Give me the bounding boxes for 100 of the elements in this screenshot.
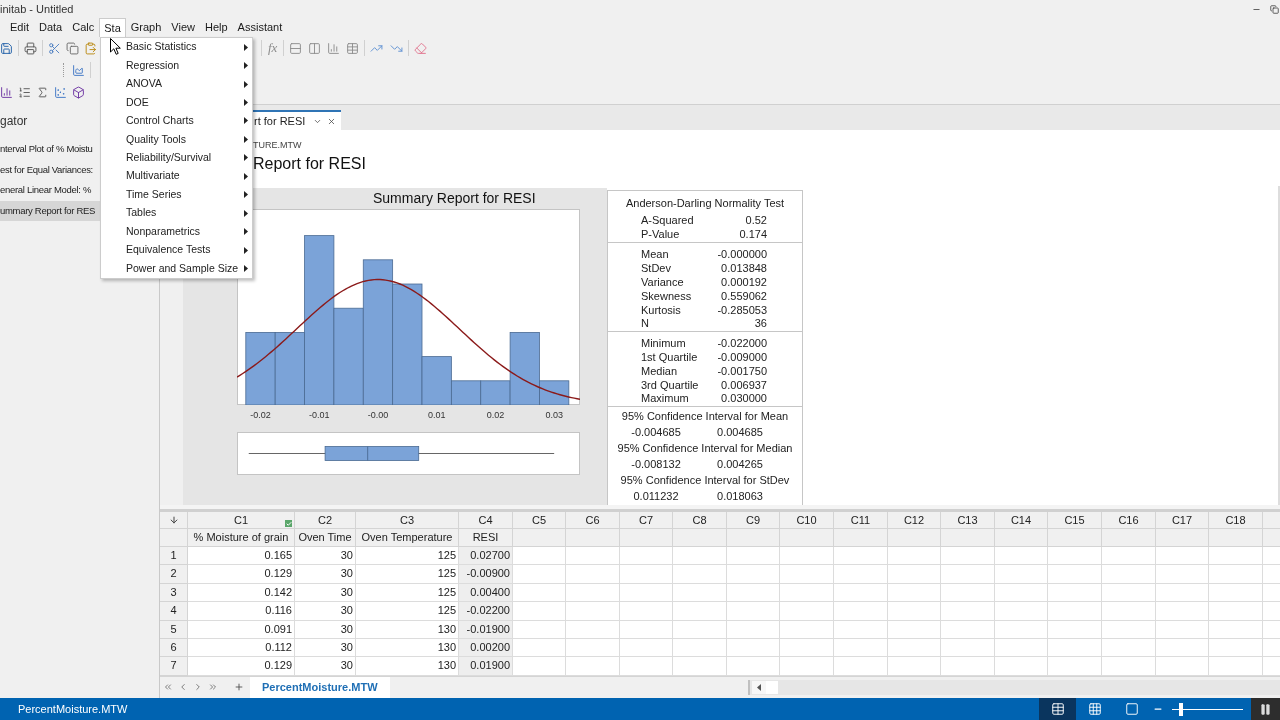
print-icon[interactable] — [24, 41, 37, 55]
menu-item[interactable]: Data — [33, 18, 68, 37]
scrollbar-thumb[interactable] — [766, 680, 778, 694]
stat-label: N — [641, 317, 649, 332]
bar-chart-icon[interactable] — [0, 86, 13, 99]
table-cell: -0.00900 — [459, 565, 513, 584]
menu-item[interactable]: Calc — [67, 18, 100, 37]
save-icon[interactable] — [0, 41, 13, 55]
stat-label: Kurtosis — [641, 303, 681, 318]
table-cell: 30 — [295, 657, 356, 676]
table-cell: 0.129 — [188, 657, 295, 676]
close-icon[interactable] — [327, 116, 337, 126]
sheet-tab[interactable]: PercentMoisture.MTW — [250, 676, 390, 698]
paste-icon[interactable] — [84, 41, 97, 55]
navigator-item[interactable]: eneral Linear Model: % — [0, 180, 100, 201]
zoom-slider-thumb[interactable] — [1179, 702, 1184, 716]
row-number[interactable]: 2 — [160, 565, 188, 584]
worksheet-source: TURE.MTW — [253, 140, 302, 151]
scissors-icon[interactable] — [48, 41, 61, 55]
interval-high: 0.004685 — [716, 425, 764, 440]
stat-label: Median — [641, 364, 678, 379]
section-title: Anderson-Darling Normality Test — [624, 197, 786, 211]
table-cell: 30 — [295, 547, 356, 566]
table-cell: 0.116 — [188, 602, 295, 621]
eraser-icon[interactable] — [414, 41, 428, 55]
row-number[interactable]: 1 — [160, 547, 188, 566]
stat-value: 0.030000 — [721, 392, 767, 407]
stat-label: Maximum — [641, 392, 689, 407]
cube-icon[interactable] — [72, 86, 85, 99]
menu-item[interactable]: Multivariate — [125, 167, 252, 186]
interval-low: 0.011232 — [632, 489, 680, 504]
area-chart-icon[interactable] — [72, 63, 85, 77]
menu-item[interactable]: Reliability/Survival — [125, 148, 252, 168]
menu-item[interactable]: Help — [200, 18, 233, 37]
table-cell: 0.129 — [188, 565, 295, 584]
table-cell: 30 — [295, 565, 356, 584]
column-chart-icon[interactable] — [327, 41, 341, 55]
stat-value: -0.285053 — [717, 303, 767, 318]
navigator-item[interactable]: nterval Plot of % Moistu — [0, 139, 100, 160]
menu-item[interactable]: Graph — [125, 18, 167, 37]
view-button[interactable] — [1039, 698, 1076, 720]
stat-label: 1st Quartile — [641, 350, 698, 365]
first-sheet-icon[interactable] — [163, 682, 173, 693]
menu-item[interactable]: Tables — [125, 203, 252, 223]
row-number[interactable]: 7 — [160, 657, 188, 676]
menu-item[interactable]: ANOVA — [125, 74, 252, 94]
table-cell: 125 — [356, 565, 459, 584]
menu-item[interactable]: View — [166, 18, 200, 37]
stat-value: -0.000000 — [717, 248, 767, 263]
menu-item[interactable]: Quality Tools — [125, 130, 252, 149]
add-sheet-icon[interactable] — [234, 682, 244, 693]
menu-item[interactable]: Basic Statistics — [125, 38, 252, 57]
interval-title: 95% Confidence Interval for Median — [616, 441, 794, 456]
table-icon[interactable] — [346, 41, 360, 55]
stat-value: -0.001750 — [717, 364, 767, 379]
stat-label: Variance — [641, 276, 684, 290]
menu-item[interactable]: Assistant — [232, 18, 288, 37]
output-tab[interactable]: rt for RESI — [251, 110, 342, 130]
stat-value: 36 — [754, 317, 767, 332]
menu-item[interactable]: Control Charts — [125, 111, 252, 131]
stat-label: Skewness — [641, 289, 692, 304]
pause-button[interactable] — [1251, 698, 1280, 720]
menu-item[interactable]: DOE — [125, 93, 252, 112]
menu-item[interactable]: Edit — [5, 18, 34, 37]
interval-title: 95% Confidence Interval for StDev — [619, 473, 791, 488]
menu-item[interactable]: Sta — [99, 18, 126, 37]
sigma-icon[interactable] — [36, 86, 49, 99]
stat-label: 3rd Quartile — [641, 378, 699, 393]
stat-label: StDev — [641, 262, 671, 276]
menu-item[interactable]: Regression — [125, 56, 252, 75]
table-cell: 0.01900 — [459, 657, 513, 676]
menu-item[interactable]: Power and Sample Size — [125, 259, 252, 278]
horizontal-scrollbar[interactable] — [748, 679, 1280, 695]
menu-item[interactable]: Time Series — [125, 185, 252, 204]
menu-item[interactable]: Equivalence Tests — [125, 240, 252, 260]
arrow-down-icon[interactable] — [168, 515, 179, 525]
status-text: PercentMoisture.MTW — [17, 701, 128, 717]
restore-icon[interactable] — [1270, 4, 1279, 14]
scatter-plot-icon[interactable] — [54, 86, 67, 99]
columns-icon[interactable] — [308, 41, 322, 55]
next-sheet-icon[interactable] — [193, 682, 203, 693]
scroll-left-icon[interactable] — [752, 680, 766, 694]
previous-sheet-icon[interactable] — [178, 682, 188, 693]
row-number[interactable]: 4 — [160, 602, 188, 621]
stat-value: 0.174 — [739, 227, 767, 242]
interval-low: -0.008132 — [630, 457, 682, 472]
last-sheet-icon[interactable] — [208, 682, 218, 693]
pause-icon — [1259, 702, 1272, 716]
table-cell: 0.165 — [188, 547, 295, 566]
stat-value: 0.52 — [745, 213, 767, 228]
menu-item[interactable]: Nonparametrics — [125, 222, 252, 241]
rows-icon[interactable] — [289, 41, 303, 55]
navigator-item[interactable]: ummary Report for RES — [0, 200, 100, 221]
stat-label: A-Squared — [641, 213, 694, 228]
copy-icon[interactable] — [66, 41, 79, 55]
navigator-item[interactable]: est for Equal Variances: — [0, 159, 100, 180]
list-icon[interactable] — [18, 86, 31, 99]
x-tick-label: 0.01 — [427, 410, 446, 420]
x-tick-label: 0.03 — [545, 410, 563, 420]
stat-label: Minimum — [641, 337, 686, 351]
